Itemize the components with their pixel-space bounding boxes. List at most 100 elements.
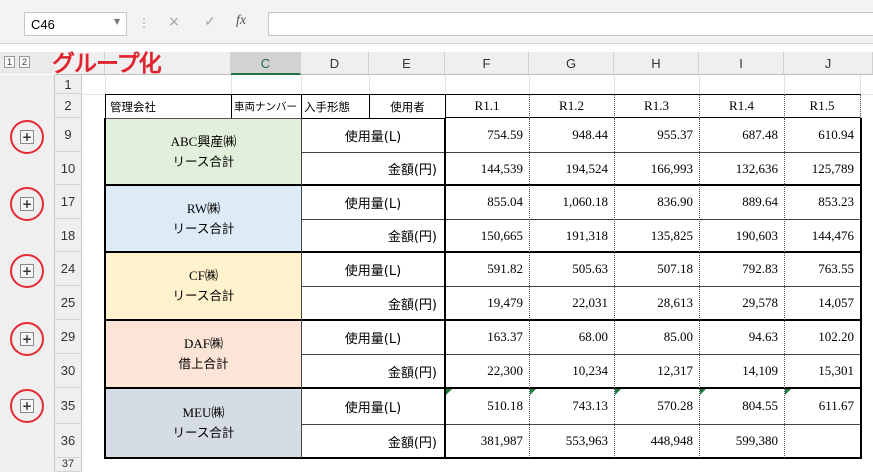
cancel-icon[interactable]: × [165,14,183,32]
amount-label-cell[interactable]: 金額(円) [301,152,445,185]
row-header-18[interactable]: 18 [55,219,82,252]
usage-value-cell[interactable]: 687.48 [699,118,784,152]
header-month-cell[interactable]: R1.1 [445,94,529,118]
usage-value-cell[interactable]: 804.55 [699,388,784,424]
header-company-cell[interactable]: 管理会社 [105,94,232,119]
amount-value-cell[interactable]: 144,539 [445,152,529,185]
amount-value-cell[interactable]: 22,300 [445,354,529,388]
usage-label-cell[interactable]: 使用量(L) [301,118,445,152]
column-header-d[interactable]: D [301,52,369,75]
usage-value-cell[interactable]: 1,060.18 [529,185,614,219]
usage-label-cell[interactable]: 使用量(L) [301,252,445,286]
name-box[interactable]: C46 [24,12,127,36]
row-header-17[interactable]: 17 [55,185,82,219]
row-header-37[interactable]: 37 [55,458,82,472]
amount-value-cell[interactable]: 14,057 [784,286,860,320]
amount-value-cell[interactable] [784,424,860,458]
amount-label-cell[interactable]: 金額(円) [301,219,445,252]
amount-value-cell[interactable]: 194,524 [529,152,614,185]
group-label-cell[interactable]: CF㈱ リース合計 [105,252,302,320]
row-header-35[interactable]: 35 [55,388,82,424]
header-month-cell[interactable]: R1.4 [699,94,784,118]
amount-value-cell[interactable]: 22,031 [529,286,614,320]
amount-value-cell[interactable]: 191,318 [529,219,614,252]
amount-value-cell[interactable]: 448,948 [614,424,699,458]
header-month-cell[interactable]: R1.2 [529,94,614,118]
amount-value-cell[interactable]: 166,993 [614,152,699,185]
row-header-9[interactable]: 9 [55,118,82,152]
column-header-g[interactable]: G [529,52,614,75]
outline-level-2-button[interactable]: 2 [19,56,30,68]
amount-value-cell[interactable]: 553,963 [529,424,614,458]
usage-value-cell[interactable]: 836.90 [614,185,699,219]
amount-value-cell[interactable]: 135,825 [614,219,699,252]
row-header-30[interactable]: 30 [55,354,82,388]
usage-value-cell[interactable]: 611.67 [784,388,860,424]
amount-value-cell[interactable]: 125,789 [784,152,860,185]
group-label-cell[interactable]: ABC興産㈱ リース合計 [105,118,302,185]
header-month-cell[interactable]: R1.3 [614,94,699,118]
amount-value-cell[interactable]: 19,479 [445,286,529,320]
column-header-f[interactable]: F [445,52,529,75]
usage-value-cell[interactable]: 763.55 [784,252,860,286]
row-header-10[interactable]: 10 [55,152,82,185]
usage-value-cell[interactable]: 855.04 [445,185,529,219]
usage-value-cell[interactable]: 792.83 [699,252,784,286]
usage-value-cell[interactable]: 754.59 [445,118,529,152]
usage-value-cell[interactable]: 591.82 [445,252,529,286]
usage-value-cell[interactable]: 163.37 [445,320,529,354]
amount-value-cell[interactable]: 14,109 [699,354,784,388]
amount-value-cell[interactable]: 10,234 [529,354,614,388]
insert-function-button[interactable]: fx [236,13,246,29]
enter-check-icon[interactable]: ✓ [201,14,219,32]
column-header-j[interactable]: J [784,52,873,75]
amount-value-cell[interactable]: 15,301 [784,354,860,388]
formula-input[interactable] [268,12,873,36]
row-header-2[interactable]: 2 [55,94,82,118]
column-header-i[interactable]: I [699,52,784,75]
usage-value-cell[interactable]: 853.23 [784,185,860,219]
usage-label-cell[interactable]: 使用量(L) [301,185,445,219]
usage-value-cell[interactable]: 507.18 [614,252,699,286]
amount-label-cell[interactable]: 金額(円) [301,424,445,458]
usage-value-cell[interactable]: 85.00 [614,320,699,354]
usage-value-cell[interactable]: 743.13 [529,388,614,424]
usage-value-cell[interactable]: 68.00 [529,320,614,354]
row-header-29[interactable]: 29 [55,320,82,354]
header-vehicle-number-cell[interactable]: 車両ナンバー [231,94,302,119]
column-header-c[interactable]: C [231,52,301,75]
usage-value-cell[interactable]: 510.18 [445,388,529,424]
row-header-1[interactable]: 1 [55,75,82,94]
amount-value-cell[interactable]: 381,987 [445,424,529,458]
amount-label-cell[interactable]: 金額(円) [301,354,445,388]
header-month-cell[interactable]: R1.5 [784,94,860,118]
amount-value-cell[interactable]: 144,476 [784,219,860,252]
column-header-e[interactable]: E [369,52,445,75]
header-acquisition-cell[interactable]: 入手形態 [301,94,370,119]
name-box-dropdown-icon[interactable]: ▼ [114,17,120,26]
outline-level-1-button[interactable]: 1 [4,56,15,68]
row-header-25[interactable]: 25 [55,286,82,320]
group-label-cell[interactable]: DAF㈱ 借上合計 [105,320,302,388]
usage-value-cell[interactable]: 955.37 [614,118,699,152]
group-label-cell[interactable]: MEU㈱ リース合計 [105,388,302,458]
amount-value-cell[interactable]: 190,603 [699,219,784,252]
usage-value-cell[interactable]: 889.64 [699,185,784,219]
row-header-24[interactable]: 24 [55,252,82,286]
usage-value-cell[interactable]: 94.63 [699,320,784,354]
usage-value-cell[interactable]: 102.20 [784,320,860,354]
usage-value-cell[interactable]: 570.28 [614,388,699,424]
amount-value-cell[interactable]: 132,636 [699,152,784,185]
amount-value-cell[interactable]: 28,613 [614,286,699,320]
usage-value-cell[interactable]: 948.44 [529,118,614,152]
amount-value-cell[interactable]: 29,578 [699,286,784,320]
amount-value-cell[interactable]: 599,380 [699,424,784,458]
group-label-cell[interactable]: RW㈱ リース合計 [105,185,302,252]
amount-value-cell[interactable]: 12,317 [614,354,699,388]
column-header-h[interactable]: H [614,52,699,75]
amount-value-cell[interactable]: 150,665 [445,219,529,252]
usage-label-cell[interactable]: 使用量(L) [301,320,445,354]
header-user-cell[interactable]: 使用者 [369,94,446,119]
amount-label-cell[interactable]: 金額(円) [301,286,445,320]
usage-value-cell[interactable]: 610.94 [784,118,860,152]
